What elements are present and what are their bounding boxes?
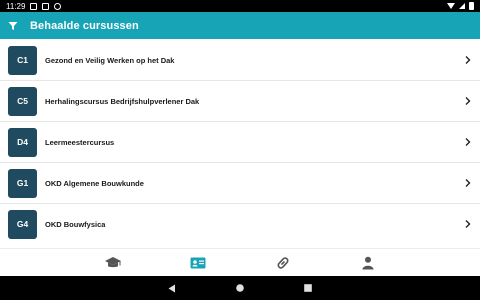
nav-profile-tab[interactable] xyxy=(356,253,380,273)
chevron-right-icon xyxy=(460,220,476,228)
chevron-right-icon xyxy=(460,138,476,146)
page-title: Behaalde cursussen xyxy=(30,19,139,32)
course-name: OKD Algemene Bouwkunde xyxy=(45,178,144,188)
status-time: 11:29 xyxy=(6,1,26,11)
graduation-cap-icon xyxy=(104,256,121,267)
course-name: Gezond en Veilig Werken op het Dak xyxy=(45,55,175,65)
bottom-navigation xyxy=(0,248,480,276)
home-button[interactable] xyxy=(234,282,246,294)
chevron-right-icon xyxy=(460,97,476,105)
course-code-badge: C5 xyxy=(8,86,37,116)
id-card-icon xyxy=(190,257,205,268)
recents-icon xyxy=(304,284,312,292)
notification-icon xyxy=(54,2,62,10)
battery-icon xyxy=(469,2,474,10)
filter-icon[interactable] xyxy=(8,21,18,31)
course-code-badge: C1 xyxy=(8,45,37,75)
course-code-badge: D4 xyxy=(8,127,37,157)
chevron-right-icon xyxy=(460,179,476,187)
course-row-c5[interactable]: C5 Herhalingscursus Bedrijfshulpverlener… xyxy=(0,81,480,122)
course-row-d4[interactable]: D4 Leermeestercursus xyxy=(0,122,480,163)
system-navigation-bar xyxy=(0,276,480,300)
signal-icon xyxy=(459,3,465,9)
chevron-right-icon xyxy=(460,56,476,64)
notification-icon xyxy=(42,2,50,10)
recents-button[interactable] xyxy=(302,282,314,294)
nav-courses-tab[interactable] xyxy=(101,253,125,273)
back-button[interactable] xyxy=(166,282,178,294)
nav-links-tab[interactable] xyxy=(271,253,295,273)
home-icon xyxy=(236,284,244,292)
course-row-g4[interactable]: G4 OKD Bouwfysica xyxy=(0,204,480,244)
course-name: OKD Bouwfysica xyxy=(45,219,106,229)
course-name: Leermeestercursus xyxy=(45,137,115,147)
nav-certificates-tab[interactable] xyxy=(186,253,210,273)
course-list: C1 Gezond en Veilig Werken op het Dak C5… xyxy=(0,40,480,248)
back-icon xyxy=(168,284,175,292)
app-bar: Behaalde cursussen xyxy=(0,12,480,39)
person-icon xyxy=(362,256,373,269)
course-code-badge: G4 xyxy=(8,209,37,239)
link-icon xyxy=(277,256,288,269)
course-name: Herhalingscursus Bedrijfshulpverlener Da… xyxy=(45,96,200,106)
course-row-g1[interactable]: G1 OKD Algemene Bouwkunde xyxy=(0,163,480,204)
course-row-c1[interactable]: C1 Gezond en Veilig Werken op het Dak xyxy=(0,40,480,81)
notification-icon xyxy=(30,2,38,10)
course-code-badge: G1 xyxy=(8,168,37,198)
wifi-icon xyxy=(447,3,455,9)
status-bar: 11:29 xyxy=(0,0,480,12)
